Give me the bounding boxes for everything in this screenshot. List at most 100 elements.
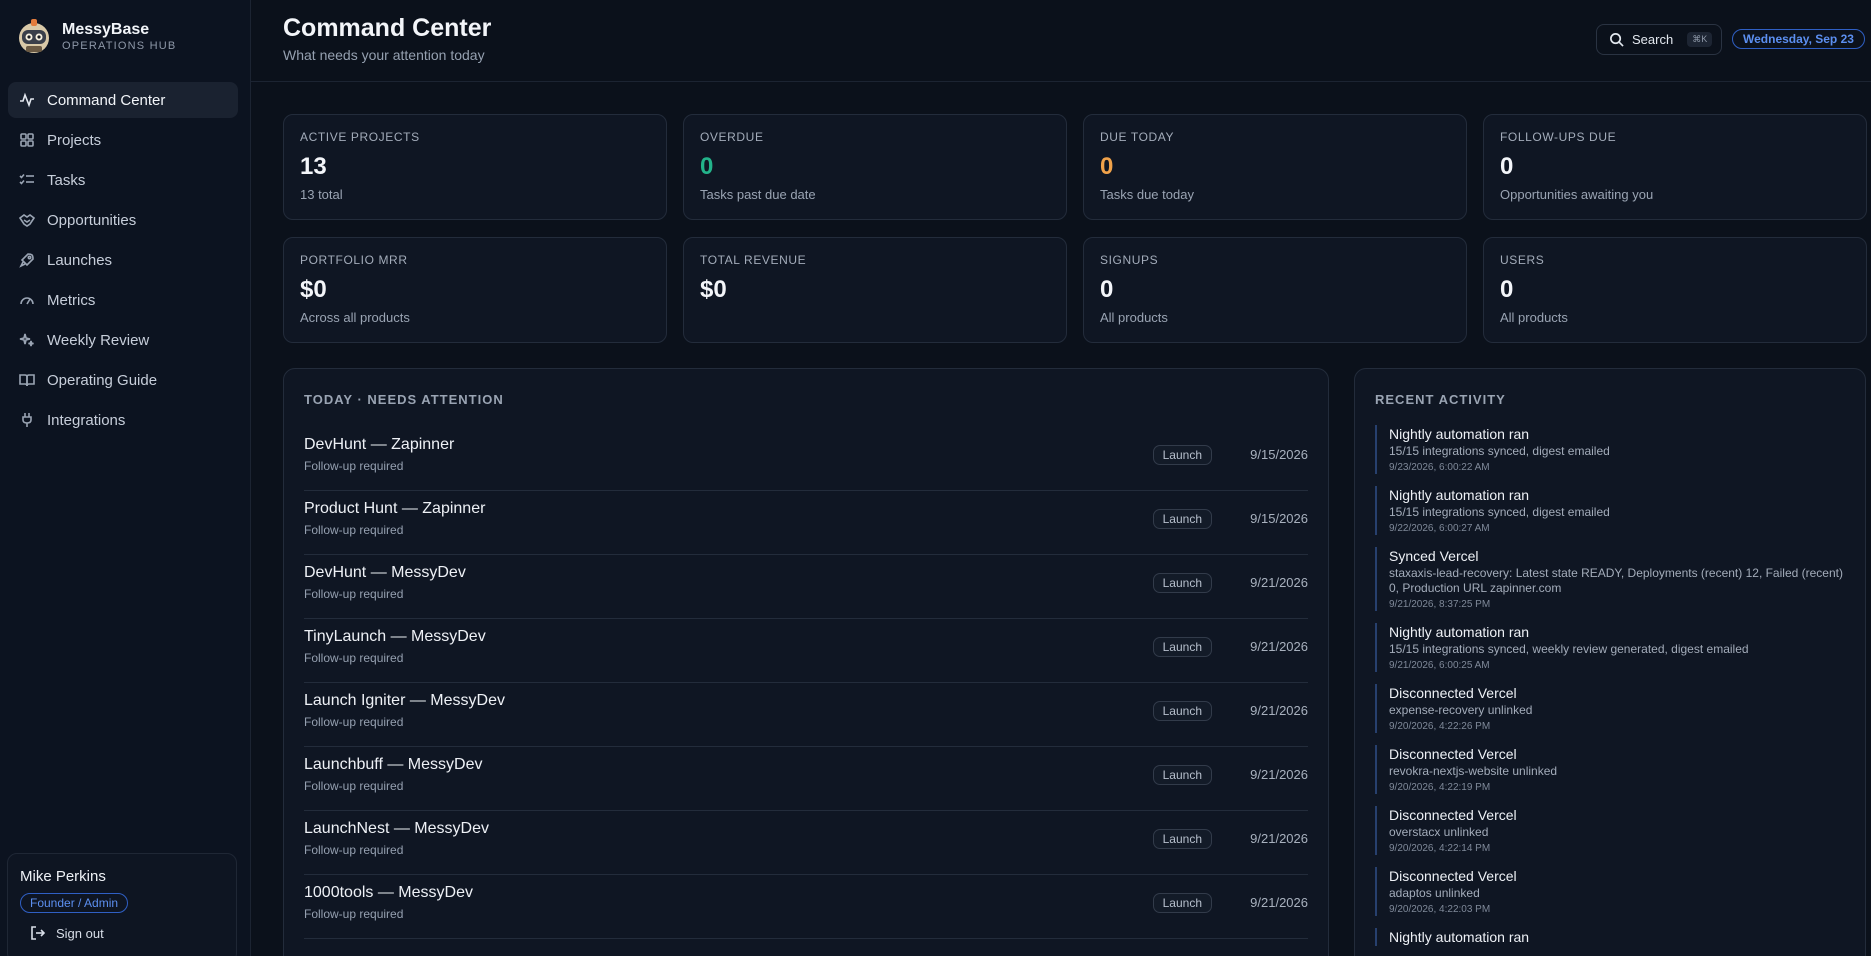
stat-label: DUE TODAY — [1100, 130, 1175, 144]
list-item-subtitle: Follow-up required — [304, 459, 404, 473]
stat-card-signups[interactable]: SIGNUPS 0 All products — [1083, 237, 1467, 343]
logout-icon — [31, 926, 46, 940]
list-item-subtitle: Follow-up required — [304, 523, 404, 537]
list-item-title: DevHunt — MessyDev — [304, 564, 466, 581]
brand-subtitle: OPERATIONS HUB — [62, 39, 177, 52]
activity-time: 9/20/2026, 4:22:26 PM — [1389, 721, 1491, 732]
list-item[interactable]: Launch Igniter — MessyDev Follow-up requ… — [304, 683, 1308, 747]
sidebar-item-integrations[interactable]: Integrations — [8, 402, 238, 438]
brand[interactable]: MessyBase OPERATIONS HUB — [14, 16, 176, 56]
activity-desc: adaptos unlinked — [1389, 886, 1480, 900]
list-item[interactable]: TinyLaunch — MessyDev Follow-up required… — [304, 619, 1308, 683]
list-item[interactable]: Product Hunt — Zapinner Follow-up requir… — [304, 491, 1308, 555]
stat-card-due-today[interactable]: DUE TODAY 0 Tasks due today — [1083, 114, 1467, 220]
search-button[interactable]: Search ⌘K — [1596, 24, 1722, 55]
activity-time: 9/21/2026, 6:00:25 AM — [1389, 660, 1490, 671]
stat-value: $0 — [300, 276, 327, 303]
list-check-icon — [19, 172, 35, 188]
stat-label: TOTAL REVENUE — [700, 253, 807, 267]
activity-title: Nightly automation ran — [1389, 624, 1530, 640]
stat-label: PORTFOLIO MRR — [300, 253, 408, 267]
list-item-subtitle: Follow-up required — [304, 651, 404, 665]
stat-value: 0 — [1500, 276, 1514, 303]
list-item-title: TinyLaunch — MessyDev — [304, 628, 486, 645]
type-badge: Launch — [1152, 573, 1212, 593]
list-item-date: 9/21/2026 — [1250, 703, 1308, 718]
activity-item: Nightly automation ran — [1375, 928, 1845, 946]
page-title: Command Center — [283, 14, 492, 42]
activity-list: Nightly automation ran 15/15 integration… — [1375, 425, 1845, 956]
list-item[interactable]: DevHunt — MessyDev Follow-up required La… — [304, 555, 1308, 619]
stat-card-follow-ups-due[interactable]: FOLLOW-UPS DUE 0 Opportunities awaiting … — [1483, 114, 1867, 220]
activity-title: Synced Vercel — [1389, 548, 1479, 564]
stat-value: $0 — [700, 276, 727, 303]
user-name: Mike Perkins — [20, 868, 106, 885]
list-item-date: 9/21/2026 — [1250, 575, 1308, 590]
sidebar-item-operating-guide[interactable]: Operating Guide — [8, 362, 238, 398]
stat-card-overdue[interactable]: OVERDUE 0 Tasks past due date — [683, 114, 1067, 220]
sign-out-label: Sign out — [56, 925, 104, 941]
sidebar-item-projects[interactable]: Projects — [8, 122, 238, 158]
type-badge: Launch — [1152, 637, 1212, 657]
list-item[interactable]: LaunchNest — MessyDev Follow-up required… — [304, 811, 1308, 875]
book-icon — [19, 372, 35, 388]
list-item-date: 9/15/2026 — [1250, 447, 1308, 462]
activity-item: Nightly automation ran 15/15 integration… — [1375, 425, 1845, 474]
search-icon — [1610, 33, 1624, 47]
type-badge: Launch — [1152, 509, 1212, 529]
sidebar-item-weekly-review[interactable]: Weekly Review — [8, 322, 238, 358]
activity-time: 9/20/2026, 4:22:19 PM — [1389, 782, 1491, 793]
user-card: Mike Perkins Founder / Admin Sign out — [7, 853, 237, 956]
activity-desc: 15/15 integrations synced, weekly review… — [1389, 642, 1749, 656]
sidebar-item-label: Integrations — [47, 411, 126, 429]
list-item-subtitle: Follow-up required — [304, 779, 404, 793]
sidebar-item-label: Projects — [47, 131, 102, 149]
list-item-title: Product Hunt — Zapinner — [304, 500, 486, 517]
activity-desc: staxaxis-lead-recovery: Latest state REA… — [1389, 566, 1843, 595]
page-subtitle: What needs your attention today — [283, 47, 485, 63]
stat-card-users[interactable]: USERS 0 All products — [1483, 237, 1867, 343]
sidebar-item-tasks[interactable]: Tasks — [8, 162, 238, 198]
type-badge: Launch — [1152, 829, 1212, 849]
activity-desc: revokra-nextjs-website unlinked — [1389, 764, 1558, 778]
stat-card-portfolio-mrr[interactable]: PORTFOLIO MRR $0 Across all products — [283, 237, 667, 343]
stat-value: 0 — [1100, 153, 1114, 180]
activity-title: Disconnected Vercel — [1389, 868, 1517, 884]
stat-value: 0 — [1500, 153, 1514, 180]
stat-label: FOLLOW-UPS DUE — [1500, 130, 1617, 144]
sidebar-item-command-center[interactable]: Command Center — [8, 82, 238, 118]
stat-desc: Tasks due today — [1100, 187, 1194, 202]
search-label: Search — [1632, 32, 1674, 47]
stat-desc: All products — [1100, 310, 1168, 325]
sidebar-item-launches[interactable]: Launches — [8, 242, 238, 278]
date-badge: Wednesday, Sep 23 — [1732, 29, 1865, 49]
robot-logo-icon — [14, 16, 54, 56]
activity-item: Disconnected Vercel adaptos unlinked 9/2… — [1375, 867, 1845, 916]
activity-title: Disconnected Vercel — [1389, 746, 1517, 762]
stat-card-active-projects[interactable]: ACTIVE PROJECTS 13 13 total — [283, 114, 667, 220]
sidebar-item-opportunities[interactable]: Opportunities — [8, 202, 238, 238]
list-item[interactable]: DevHunt — Zapinner Follow-up required La… — [304, 427, 1308, 491]
stat-value: 0 — [1100, 276, 1114, 303]
activity-title: Disconnected Vercel — [1389, 807, 1517, 823]
sidebar-item-label: Operating Guide — [47, 371, 158, 389]
activity-desc: overstacx unlinked — [1389, 825, 1489, 839]
list-item-subtitle: Follow-up required — [304, 907, 404, 921]
list-item[interactable]: 1000tools — MessyDev Follow-up required … — [304, 875, 1308, 939]
activity-time: 9/21/2026, 8:37:25 PM — [1389, 599, 1491, 610]
stat-label: ACTIVE PROJECTS — [300, 130, 420, 144]
stat-desc: 13 total — [300, 187, 343, 202]
stat-card-total-revenue[interactable]: TOTAL REVENUE $0 — [683, 237, 1067, 343]
stat-label: USERS — [1500, 253, 1545, 267]
sign-out-button[interactable]: Sign out — [30, 925, 224, 941]
sidebar-item-label: Metrics — [47, 291, 96, 309]
activity-item: Disconnected Vercel overstacx unlinked 9… — [1375, 806, 1845, 855]
activity-time: 9/22/2026, 6:00:27 AM — [1389, 523, 1490, 534]
list-item-title: LaunchNest — MessyDev — [304, 820, 489, 837]
stat-desc: Opportunities awaiting you — [1500, 187, 1654, 202]
list-item-date: 9/21/2026 — [1250, 639, 1308, 654]
sidebar-item-metrics[interactable]: Metrics — [8, 282, 238, 318]
stat-desc: Tasks past due date — [700, 187, 816, 202]
list-item[interactable]: Launchbuff — MessyDev Follow-up required… — [304, 747, 1308, 811]
type-badge: Launch — [1152, 765, 1212, 785]
